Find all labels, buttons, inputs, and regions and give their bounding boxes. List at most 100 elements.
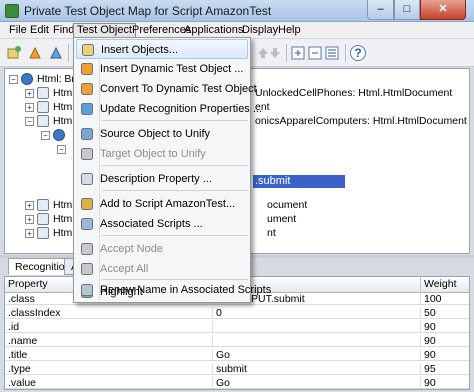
expand-icon[interactable] (290, 45, 306, 61)
toolbar-separator (345, 44, 346, 62)
maximize-button[interactable]: □ (394, 0, 420, 20)
target-unify-icon (80, 147, 94, 161)
tree-node-document-suffix: nt (267, 227, 276, 239)
document-node-icon (37, 101, 49, 113)
menu-item-renew-name-in-associated-scripts[interactable]: Renew Name in Associated Scripts (76, 280, 271, 300)
menu-applications[interactable]: Applications (181, 23, 246, 38)
menu-item-description-property[interactable]: Description Property ... (76, 169, 248, 189)
tree-expand-icon[interactable]: + (25, 89, 34, 98)
convert-dynamic-icon (80, 82, 94, 96)
menu-item-update-recognition-properties[interactable]: Update Recognition Properties ... (76, 99, 262, 119)
menu-item-label: Add to Script AmazonTest... (100, 198, 236, 210)
table-cell-property: .id (5, 321, 213, 333)
menu-separator (102, 165, 248, 166)
table-cell-value[interactable]: submit (213, 363, 421, 375)
selected-node-highlight[interactable]: .submit (253, 175, 345, 188)
menu-help[interactable]: Help (275, 23, 304, 38)
insert-object-icon[interactable] (6, 45, 22, 61)
test-object-menu: Insert Objects... Insert Dynamic Test Obj… (73, 37, 271, 303)
menu-item-associated-scripts[interactable]: Associated Scripts ... (76, 214, 248, 234)
table-cell-weight: 90 (421, 349, 469, 361)
table-cell-property: .name (5, 335, 213, 347)
menu-edit[interactable]: Edit (27, 23, 52, 38)
app-icon (5, 4, 19, 18)
tree-expand-icon[interactable]: + (25, 201, 34, 210)
tree-node-document-suffix: ocument (267, 199, 308, 211)
browser-node-icon (21, 73, 33, 85)
menu-separator (102, 190, 248, 191)
tree-node-document-suffix: ument (267, 213, 297, 225)
menu-item-accept-all: Accept All (76, 259, 248, 279)
menu-item-add-to-script-amazontest[interactable]: Add to Script AmazonTest... (76, 194, 248, 214)
menu-item-insert-dynamic-test-object[interactable]: Insert Dynamic Test Object ... (76, 59, 248, 79)
table-cell-property: .title (5, 349, 213, 361)
title-bar: Private Test Object Map for Script Amazo… (0, 0, 474, 22)
document-node-icon (37, 213, 49, 225)
insert-dynamic-icon (80, 62, 94, 76)
menu-item-label: Target Object to Unify (100, 148, 206, 160)
menu-item-label: Associated Scripts ... (100, 218, 203, 230)
menu-item-insert-objects[interactable]: Insert Objects... (76, 39, 248, 59)
tree-expand-icon[interactable]: + (25, 229, 34, 238)
menu-item-source-object-to-unify[interactable]: Source Object to Unify (76, 124, 248, 144)
table-cell-property: .value (5, 377, 213, 389)
description-property-icon (80, 172, 94, 186)
add-to-script-icon (80, 197, 94, 211)
menu-item-label: Insert Objects... (101, 44, 179, 56)
document-node-icon (37, 87, 49, 99)
tree-expand-icon[interactable]: + (25, 215, 34, 224)
insert-dynamic-icon[interactable] (27, 45, 43, 61)
menu-separator (102, 120, 248, 121)
window-title: Private Test Object Map for Script Amazo… (24, 4, 272, 18)
column-header-weight[interactable]: Weight (421, 277, 469, 293)
tree-node-document-suffix: onicsApparelComputers: Html.HtmlDocument (255, 115, 467, 127)
table-cell-property: .classIndex (5, 307, 213, 319)
table-cell-value[interactable]: Go (213, 377, 421, 389)
document-node-icon (37, 199, 49, 211)
tree-collapse-icon[interactable]: − (25, 117, 34, 126)
collapse-icon[interactable] (307, 45, 323, 61)
table-cell-property: .type (5, 363, 213, 375)
toolbar-separator (68, 44, 69, 62)
table-cell-weight: 90 (421, 377, 469, 389)
table-cell-weight: 95 (421, 363, 469, 375)
form-node-icon (53, 129, 65, 141)
accept-node-icon (80, 242, 94, 256)
help-icon[interactable]: ? (350, 45, 366, 61)
table-cell-value[interactable] (213, 321, 421, 333)
insert-objects-icon (81, 43, 95, 57)
menu-item-label: Convert To Dynamic Test Object (100, 83, 257, 95)
toolbar-separator (286, 44, 287, 62)
convert-dynamic-icon[interactable] (48, 45, 64, 61)
table-cell-weight: 100 (421, 293, 469, 305)
table-cell-weight: 50 (421, 307, 469, 319)
menu-item-label: Accept All (100, 263, 149, 275)
table-cell-weight: 90 (421, 321, 469, 333)
menu-item-accept-node: Accept Node (76, 239, 248, 259)
renew-name-icon (80, 283, 94, 297)
menu-test-object[interactable]: Test Object (73, 23, 137, 38)
tree-collapse-icon[interactable]: − (9, 75, 18, 84)
associated-scripts-icon (80, 217, 94, 231)
update-recognition-icon (80, 102, 94, 116)
menu-item-label: Accept Node (100, 243, 163, 255)
menu-separator (102, 235, 248, 236)
filter-icon[interactable] (324, 45, 340, 61)
document-node-icon (37, 115, 49, 127)
menu-item-label: Update Recognition Properties ... (100, 103, 263, 115)
table-cell-value[interactable]: 0 (213, 307, 421, 319)
table-cell-value[interactable]: Go (213, 349, 421, 361)
tree-collapse-icon[interactable]: − (41, 131, 50, 140)
table-cell-weight: 90 (421, 335, 469, 347)
minimize-button[interactable]: – (367, 0, 394, 20)
close-button[interactable]: ✕ (420, 0, 466, 20)
menu-item-convert-to-dynamic-test-object[interactable]: Convert To Dynamic Test Object (76, 79, 257, 99)
tree-collapse-icon[interactable]: − (57, 145, 66, 154)
selected-node-label: .submit (255, 175, 291, 187)
tree-expand-icon[interactable]: + (25, 103, 34, 112)
menu-item-target-object-to-unify: Target Object to Unify (76, 144, 248, 164)
document-node-icon (37, 227, 49, 239)
menu-item-label: Description Property ... (100, 173, 212, 185)
move-down-icon[interactable] (267, 45, 283, 61)
table-cell-value[interactable] (213, 335, 421, 347)
